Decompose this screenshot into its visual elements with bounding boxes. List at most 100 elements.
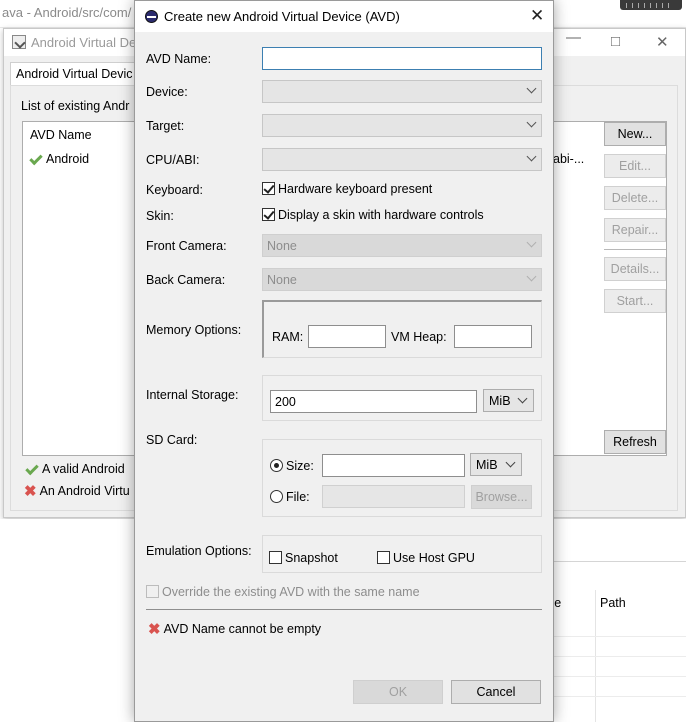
- sd-size-radio[interactable]: Size:: [270, 459, 314, 473]
- valid-check-icon: [29, 151, 43, 166]
- edit-button[interactable]: Edit...: [604, 154, 666, 178]
- close-icon[interactable]: ✕: [656, 33, 669, 51]
- ok-button[interactable]: OK: [353, 680, 443, 704]
- chevron-down-icon: [526, 237, 537, 248]
- override-text: Override the existing AVD with the same …: [162, 585, 420, 599]
- internal-storage-label: Internal Storage:: [146, 388, 239, 402]
- device-label: Device:: [146, 85, 188, 99]
- display-skin-checkbox[interactable]: Display a skin with hardware controls: [262, 208, 484, 222]
- avd-row-abi: abi-...: [553, 152, 585, 166]
- hardware-keyboard-checkbox[interactable]: Hardware keyboard present: [262, 182, 432, 196]
- back-camera-label: Back Camera:: [146, 273, 226, 287]
- button-separator: [604, 249, 666, 250]
- cpu-abi-select[interactable]: [262, 148, 542, 171]
- details-button[interactable]: Details...: [604, 257, 666, 281]
- back-camera-select[interactable]: None: [262, 268, 542, 291]
- dialog-title-bar: Create new Android Virtual Device (AVD) …: [135, 1, 553, 32]
- eclipse-table: [535, 561, 686, 722]
- chevron-down-icon: [526, 83, 537, 94]
- vm-heap-label: VM Heap:: [391, 330, 447, 344]
- error-message: ✖ AVD Name cannot be empty: [148, 620, 321, 638]
- avd-manager-app-icon: [12, 35, 26, 49]
- column-header-path[interactable]: Path: [600, 596, 626, 610]
- cpu-abi-label: CPU/ABI:: [146, 153, 200, 167]
- sd-file-input[interactable]: [322, 485, 465, 508]
- chevron-down-icon: [505, 457, 516, 468]
- checkbox-unchecked-icon: [269, 551, 282, 564]
- front-camera-value: None: [267, 239, 297, 253]
- table-row-divider: [535, 636, 686, 637]
- create-avd-dialog: Create new Android Virtual Device (AVD) …: [134, 0, 554, 722]
- avd-list-label: List of existing Andr: [21, 99, 130, 113]
- valid-check-icon: [25, 461, 39, 476]
- chevron-down-icon: [526, 271, 537, 282]
- internal-storage-unit-value: MiB: [489, 394, 511, 408]
- legend-invalid: ✖ An Android Virtu: [24, 482, 130, 500]
- keyboard-label: Keyboard:: [146, 183, 203, 197]
- new-button[interactable]: New...: [604, 122, 666, 146]
- internal-storage-unit-select[interactable]: MiB: [483, 389, 534, 412]
- eclipse-title: ava - Android/src/com/: [2, 5, 132, 20]
- ram-label: RAM:: [272, 330, 304, 344]
- list-item[interactable]: Android: [28, 151, 90, 166]
- error-x-icon: ✖: [148, 620, 161, 638]
- front-camera-label: Front Camera:: [146, 239, 227, 253]
- checkbox-checked-icon: [262, 182, 275, 195]
- radio-selected-icon: [270, 459, 283, 472]
- dialog-title: Create new Android Virtual Device (AVD): [164, 9, 400, 24]
- column-header-avd-name[interactable]: AVD Name: [30, 128, 92, 142]
- avd-manager-title: Android Virtual De: [31, 35, 137, 50]
- legend-valid: A valid Android: [24, 461, 125, 476]
- snapshot-checkbox[interactable]: Snapshot: [269, 551, 338, 565]
- table-row-divider: [535, 676, 686, 677]
- sd-file-label: File:: [286, 490, 310, 504]
- avd-name-label: AVD Name:: [146, 52, 212, 66]
- use-host-gpu-checkbox[interactable]: Use Host GPU: [377, 551, 475, 565]
- close-icon[interactable]: ✕: [530, 6, 544, 26]
- browse-button[interactable]: Browse...: [471, 485, 532, 509]
- snapshot-text: Snapshot: [285, 551, 338, 565]
- tab-label: Android Virtual Devic: [16, 67, 133, 81]
- checkbox-unchecked-icon: [377, 551, 390, 564]
- target-label: Target:: [146, 119, 185, 133]
- override-checkbox[interactable]: Override the existing AVD with the same …: [146, 585, 420, 599]
- start-button[interactable]: Start...: [604, 289, 666, 313]
- emulation-options-label: Emulation Options:: [146, 544, 252, 558]
- radio-unselected-icon: [270, 490, 283, 503]
- sd-card-label: SD Card:: [146, 433, 198, 447]
- vm-heap-input[interactable]: [454, 325, 532, 348]
- tab-android-virtual-devices[interactable]: Android Virtual Devic: [10, 62, 138, 86]
- chevron-down-icon: [526, 117, 537, 128]
- minimize-icon[interactable]: —: [566, 29, 581, 46]
- error-x-icon: ✖: [24, 482, 37, 500]
- chevron-down-icon: [517, 393, 528, 404]
- device-select[interactable]: [262, 80, 542, 103]
- maximize-icon[interactable]: □: [611, 33, 620, 50]
- dialog-separator: [146, 609, 542, 610]
- chevron-down-icon: [526, 151, 537, 162]
- delete-button[interactable]: Delete...: [604, 186, 666, 210]
- table-row-divider: [535, 656, 686, 657]
- sd-size-unit-value: MiB: [476, 458, 498, 472]
- ram-input[interactable]: [308, 325, 386, 348]
- internal-storage-input[interactable]: [270, 390, 477, 413]
- use-host-gpu-text: Use Host GPU: [393, 551, 475, 565]
- display-skin-text: Display a skin with hardware controls: [278, 208, 484, 222]
- avd-name-input[interactable]: [262, 47, 542, 70]
- checkbox-checked-icon: [262, 208, 275, 221]
- repair-button[interactable]: Repair...: [604, 218, 666, 242]
- front-camera-select[interactable]: None: [262, 234, 542, 257]
- cancel-button[interactable]: Cancel: [451, 680, 541, 704]
- avd-row-name: Android: [46, 152, 90, 166]
- taskbar-tray: [620, 0, 682, 10]
- back-camera-value: None: [267, 273, 297, 287]
- skin-label: Skin:: [146, 209, 174, 223]
- legend-valid-text: A valid Android: [42, 462, 125, 476]
- sd-size-unit-select[interactable]: MiB: [470, 453, 522, 476]
- refresh-button[interactable]: Refresh: [604, 430, 666, 454]
- memory-options-label: Memory Options:: [146, 323, 242, 337]
- sd-file-radio[interactable]: File:: [270, 490, 310, 504]
- target-select[interactable]: [262, 114, 542, 137]
- eclipse-icon: [145, 10, 158, 23]
- sd-size-input[interactable]: [322, 454, 465, 477]
